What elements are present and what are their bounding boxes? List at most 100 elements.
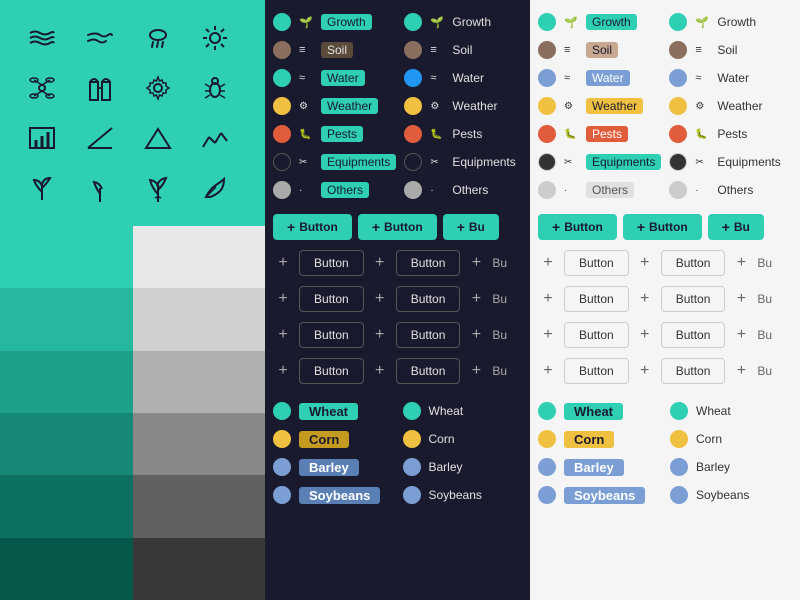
cat-label-soil-ll: Soil <box>586 42 618 58</box>
btn-row-1-dark: + Button + Button + Bu <box>273 214 522 240</box>
cat-soil-light-left: ≡ Soil <box>538 38 661 62</box>
cat-pests-light-right: 🐛 Pests <box>669 122 792 146</box>
crop-barley-light-r: Barley <box>670 455 792 479</box>
btn-outline-dark-1[interactable]: Button <box>299 250 364 276</box>
crop-wheat-light-l: Wheat <box>538 399 660 423</box>
btn-outline-dark-3[interactable]: Button <box>299 286 364 312</box>
crop-label-wheat-light-r: Wheat <box>696 404 731 418</box>
cat-equip-dark-left: ✂ Equipments <box>273 150 396 174</box>
btn-row-3-dark: + Button + Button + Bu <box>273 286 522 312</box>
cat-dot-growth <box>273 13 291 31</box>
cat-label-others: Others <box>321 182 369 198</box>
crop-soybeans-dark-l: Soybeans <box>273 483 393 507</box>
btn-row-5-light: + Button + Button + Bu <box>538 358 792 384</box>
btn-filled-dark-1[interactable]: + Button <box>273 214 352 240</box>
btn-filled-light-3[interactable]: + Bu <box>708 214 764 240</box>
cat-others-lr: Others <box>717 183 753 197</box>
crop-label-barley-dark: Barley <box>299 459 359 476</box>
cat-equip-light-right: ✂ Equipments <box>669 150 792 174</box>
cat-water-dark-right: ≈ Water <box>404 66 522 90</box>
cat-soil-light-right: ≡ Soil <box>669 38 792 62</box>
cat-label-others-ll: Others <box>586 182 634 198</box>
btn-filled-dark-3[interactable]: + Bu <box>443 214 499 240</box>
cat-label-equip-ll: Equipments <box>586 154 661 170</box>
cat-weather-light-left: ⚙ Weather <box>538 94 661 118</box>
cat-water-dark-left: ≈ Water <box>273 66 396 90</box>
btn-outline-light-8[interactable]: Button <box>661 358 726 384</box>
cat-soil-dark-right: ≡ Soil <box>404 38 522 62</box>
swatch-gray2 <box>133 288 266 350</box>
swatch-light-gray <box>133 226 266 288</box>
cat-growth-dark-right: 🌱 Growth <box>404 10 522 34</box>
btn-outline-light-2[interactable]: Button <box>661 250 726 276</box>
cat-dot-soil <box>273 41 291 59</box>
btn-filled-light-1[interactable]: + Button <box>538 214 617 240</box>
cat-dot-equip <box>273 153 291 171</box>
cat-label-others-r: Others <box>452 183 488 197</box>
cat-label-water-r: Water <box>452 71 484 85</box>
cat-others-light-left: · Others <box>538 178 661 202</box>
crop-label-soybeans-light-r: Soybeans <box>696 488 749 502</box>
cat-label-water-ll: Water <box>586 70 630 86</box>
cat-pests-dark-left: 🐛 Pests <box>273 122 396 146</box>
btn-outline-light-3[interactable]: Button <box>564 286 629 312</box>
dark-panel: 🌱 Growth ≡ Soil ≈ Water ⚙ Weather 🐛 <box>265 0 530 600</box>
cat-dot-pests <box>273 125 291 143</box>
swatch-gray5 <box>133 475 266 537</box>
btn-outline-dark-4[interactable]: Button <box>396 286 461 312</box>
cat-water-light-left: ≈ Water <box>538 66 661 90</box>
cat-label-weather-r: Weather <box>452 99 497 113</box>
crop-corn-light-l: Corn <box>538 427 660 451</box>
btn-outline-dark-5[interactable]: Button <box>299 322 364 348</box>
crop-barley-dark-l: Barley <box>273 455 393 479</box>
btn-row-2-light: + Button + Button + Bu <box>538 250 792 276</box>
cat-label-equip-r: Equipments <box>452 155 515 169</box>
btn-outline-light-5[interactable]: Button <box>564 322 629 348</box>
wind-icon <box>82 20 118 56</box>
swatch-gray3 <box>133 351 266 413</box>
cat-weather-light-right: ⚙ Weather <box>669 94 792 118</box>
btn-filled-light-2[interactable]: + Button <box>623 214 702 240</box>
btn-row-2-dark: + Button + Button + Bu <box>273 250 522 276</box>
crop-label-wheat-dark-r: Wheat <box>429 404 464 418</box>
swatch-teal-deepest <box>0 475 133 537</box>
silo-icon <box>82 70 118 106</box>
btn-outline-dark-2[interactable]: Button <box>396 250 461 276</box>
btn-outline-light-4[interactable]: Button <box>661 286 726 312</box>
sun-icon <box>197 20 233 56</box>
cat-water-lr: Water <box>717 71 749 85</box>
slope-icon <box>82 120 118 156</box>
cat-growth-light-right: 🌱 Growth <box>669 10 792 34</box>
crop-label-soybeans-dark: Soybeans <box>299 487 380 504</box>
cat-label-weather: Weather <box>321 98 378 114</box>
cat-dot-water <box>273 69 291 87</box>
cat-pests-lr: Pests <box>717 127 747 141</box>
cat-weather-dark-left: ⚙ Weather <box>273 94 396 118</box>
cat-water-light-right: ≈ Water <box>669 66 792 90</box>
cat-soil-lr: Soil <box>717 43 737 57</box>
crop-soybeans-light-r: Soybeans <box>670 483 792 507</box>
btn-outline-dark-6[interactable]: Button <box>396 322 461 348</box>
cat-soil-dark-left: ≡ Soil <box>273 38 396 62</box>
btn-outline-light-6[interactable]: Button <box>661 322 726 348</box>
cat-equip-light-left: ✂ Equipments <box>538 150 661 174</box>
btn-outline-light-7[interactable]: Button <box>564 358 629 384</box>
crop-label-barley-dark-r: Barley <box>429 460 463 474</box>
btn-row-4-light: + Button + Button + Bu <box>538 322 792 348</box>
btn-filled-dark-2[interactable]: + Button <box>358 214 437 240</box>
crop-wheat-dark-r: Wheat <box>403 399 523 423</box>
cat-label-equip: Equipments <box>321 154 396 170</box>
leaf-icon <box>197 170 233 206</box>
cat-label-growth: Growth <box>321 14 372 30</box>
crop-label-soybeans-dark-r: Soybeans <box>429 488 482 502</box>
btn-outline-light-1[interactable]: Button <box>564 250 629 276</box>
swatch-teal-dark <box>0 288 133 350</box>
crop-label-barley-light: Barley <box>564 459 624 476</box>
cat-label-pests: Pests <box>321 126 363 142</box>
crop-corn-dark-l: Corn <box>273 427 393 451</box>
crop-label-soybeans-light: Soybeans <box>564 487 645 504</box>
btn-outline-dark-7[interactable]: Button <box>299 358 364 384</box>
btn-outline-dark-8[interactable]: Button <box>396 358 461 384</box>
rain-icon <box>140 20 176 56</box>
cat-weather-dark-right: ⚙ Weather <box>404 94 522 118</box>
